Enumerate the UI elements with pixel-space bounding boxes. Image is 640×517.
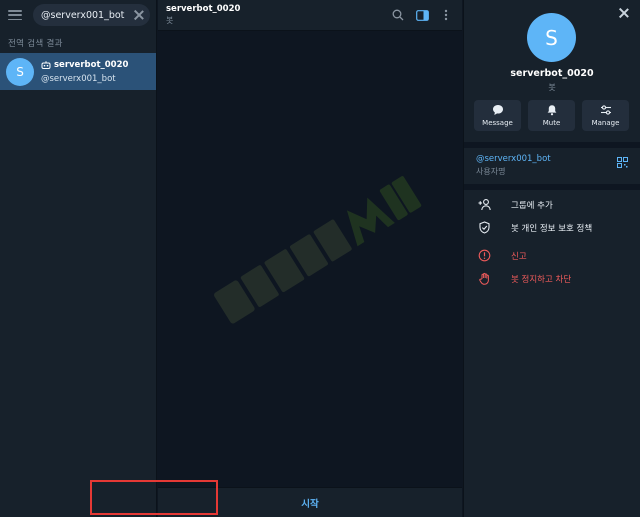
- section-divider: [464, 184, 640, 190]
- search-result-name-text: serverbot_0020: [54, 59, 129, 70]
- more-vertical-icon[interactable]: [438, 7, 454, 23]
- privacy-policy-label: 봇 개인 정보 보호 정책: [511, 223, 593, 234]
- search-box: [33, 4, 150, 26]
- mute-button-label: Mute: [542, 119, 561, 127]
- search-result-name: serverbot_0020: [41, 60, 128, 70]
- search-sidebar: 전역 검색 결과 S serverbot_0020 @serverx001_bo…: [0, 0, 157, 517]
- sliders-icon: [600, 105, 611, 115]
- search-icon[interactable]: [390, 7, 406, 23]
- chat-message-area: [158, 31, 462, 487]
- bot-icon: [41, 60, 51, 69]
- bell-icon: [547, 105, 556, 116]
- report-item[interactable]: 신고: [478, 249, 527, 262]
- clear-search-icon[interactable]: [134, 10, 144, 20]
- add-user-icon: [478, 199, 491, 211]
- alert-icon: [478, 249, 491, 262]
- profile-name: serverbot_0020: [510, 68, 594, 79]
- report-label: 신고: [511, 251, 527, 262]
- search-result-username: @serverx001_bot: [41, 73, 116, 84]
- menu-icon[interactable]: [8, 10, 22, 20]
- manage-button-label: Manage: [591, 119, 620, 127]
- add-to-group-label: 그룹에 추가: [511, 200, 553, 211]
- serverMon-logo: [214, 176, 422, 324]
- profile-panel: S serverbot_0020 봇 Message Mute Manage @…: [463, 0, 640, 517]
- message-icon: [492, 105, 503, 115]
- section-divider: [464, 142, 640, 148]
- sidebar-toggle-icon[interactable]: [414, 7, 430, 23]
- message-button[interactable]: Message: [474, 100, 521, 131]
- manage-button[interactable]: Manage: [582, 100, 629, 131]
- privacy-policy-item[interactable]: 봇 개인 정보 보호 정책: [478, 221, 592, 234]
- chat-title-block[interactable]: serverbot_0020 봇: [166, 4, 390, 26]
- profile-actions: Message Mute Manage: [474, 100, 629, 131]
- search-result-item[interactable]: S serverbot_0020 @serverx001_bot: [0, 53, 156, 90]
- avatar: S: [6, 57, 34, 86]
- search-section-label: 전역 검색 결과: [8, 39, 63, 49]
- qr-code-icon[interactable]: [617, 157, 628, 168]
- chat-footer: 시작: [158, 487, 462, 517]
- profile-username[interactable]: @serverx001_bot: [476, 154, 551, 164]
- chat-subtitle: 봇: [166, 16, 174, 25]
- shield-check-icon: [479, 221, 490, 234]
- chat-panel: serverbot_0020 봇 시작: [158, 0, 462, 517]
- profile-avatar[interactable]: S: [527, 13, 576, 62]
- stop-and-block-item[interactable]: 봇 정지하고 차단: [478, 272, 571, 285]
- add-to-group-item[interactable]: 그룹에 추가: [478, 198, 553, 211]
- chat-header: serverbot_0020 봇: [158, 0, 462, 31]
- stop-and-block-label: 봇 정지하고 차단: [511, 274, 572, 285]
- mute-button[interactable]: Mute: [528, 100, 575, 131]
- message-button-label: Message: [482, 119, 513, 127]
- chat-header-icons: [390, 7, 454, 23]
- profile-subtitle: 봇: [548, 83, 556, 92]
- profile-username-label: 사용자명: [476, 167, 506, 176]
- chat-title: serverbot_0020: [166, 4, 241, 14]
- start-button[interactable]: 시작: [301, 496, 318, 510]
- close-icon[interactable]: [619, 8, 629, 18]
- hand-stop-icon: [479, 272, 489, 285]
- search-result-text: serverbot_0020 @serverx001_bot: [41, 60, 128, 84]
- sidebar-top-bar: [0, 0, 156, 30]
- search-input[interactable]: [41, 9, 134, 21]
